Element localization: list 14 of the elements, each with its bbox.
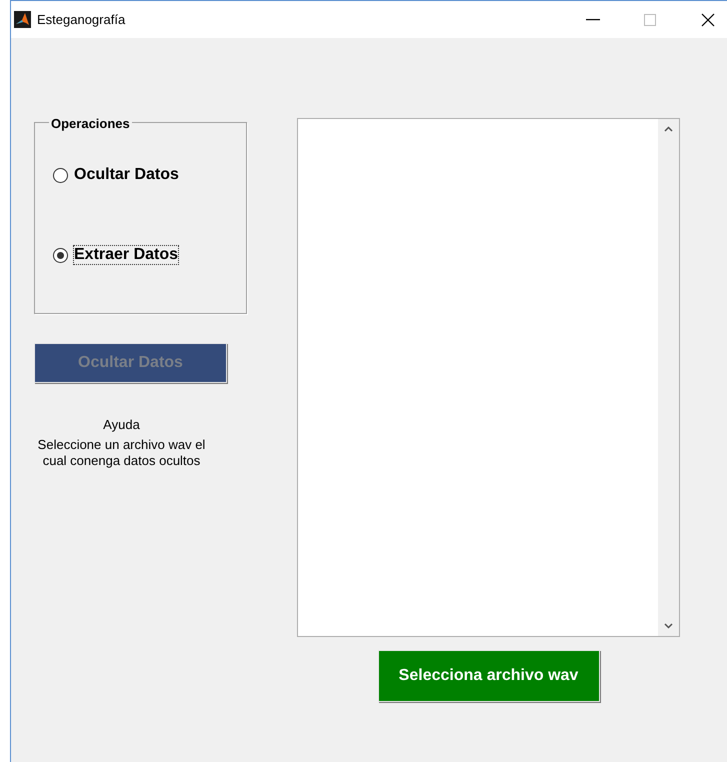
help-title: Ayuda (103, 416, 140, 434)
app-icon (14, 11, 31, 28)
radio-button[interactable] (53, 168, 68, 182)
scroll-up-icon[interactable] (664, 126, 673, 132)
select-file-button[interactable]: Selecciona archivo wav (378, 650, 600, 702)
close-icon[interactable] (701, 12, 715, 26)
help-text: Seleccione un archivo wav el cual conenga datos ocultos (36, 436, 206, 468)
window-title: Esteganografía (37, 10, 126, 29)
scroll-down-icon[interactable] (664, 623, 673, 629)
minimize-icon[interactable] (586, 18, 600, 20)
radio-option[interactable]: Extraer Datos (53, 246, 246, 264)
radio-option[interactable]: Ocultar Datos (53, 166, 246, 184)
radio-button[interactable] (53, 248, 68, 262)
scrollbar[interactable] (658, 119, 679, 636)
